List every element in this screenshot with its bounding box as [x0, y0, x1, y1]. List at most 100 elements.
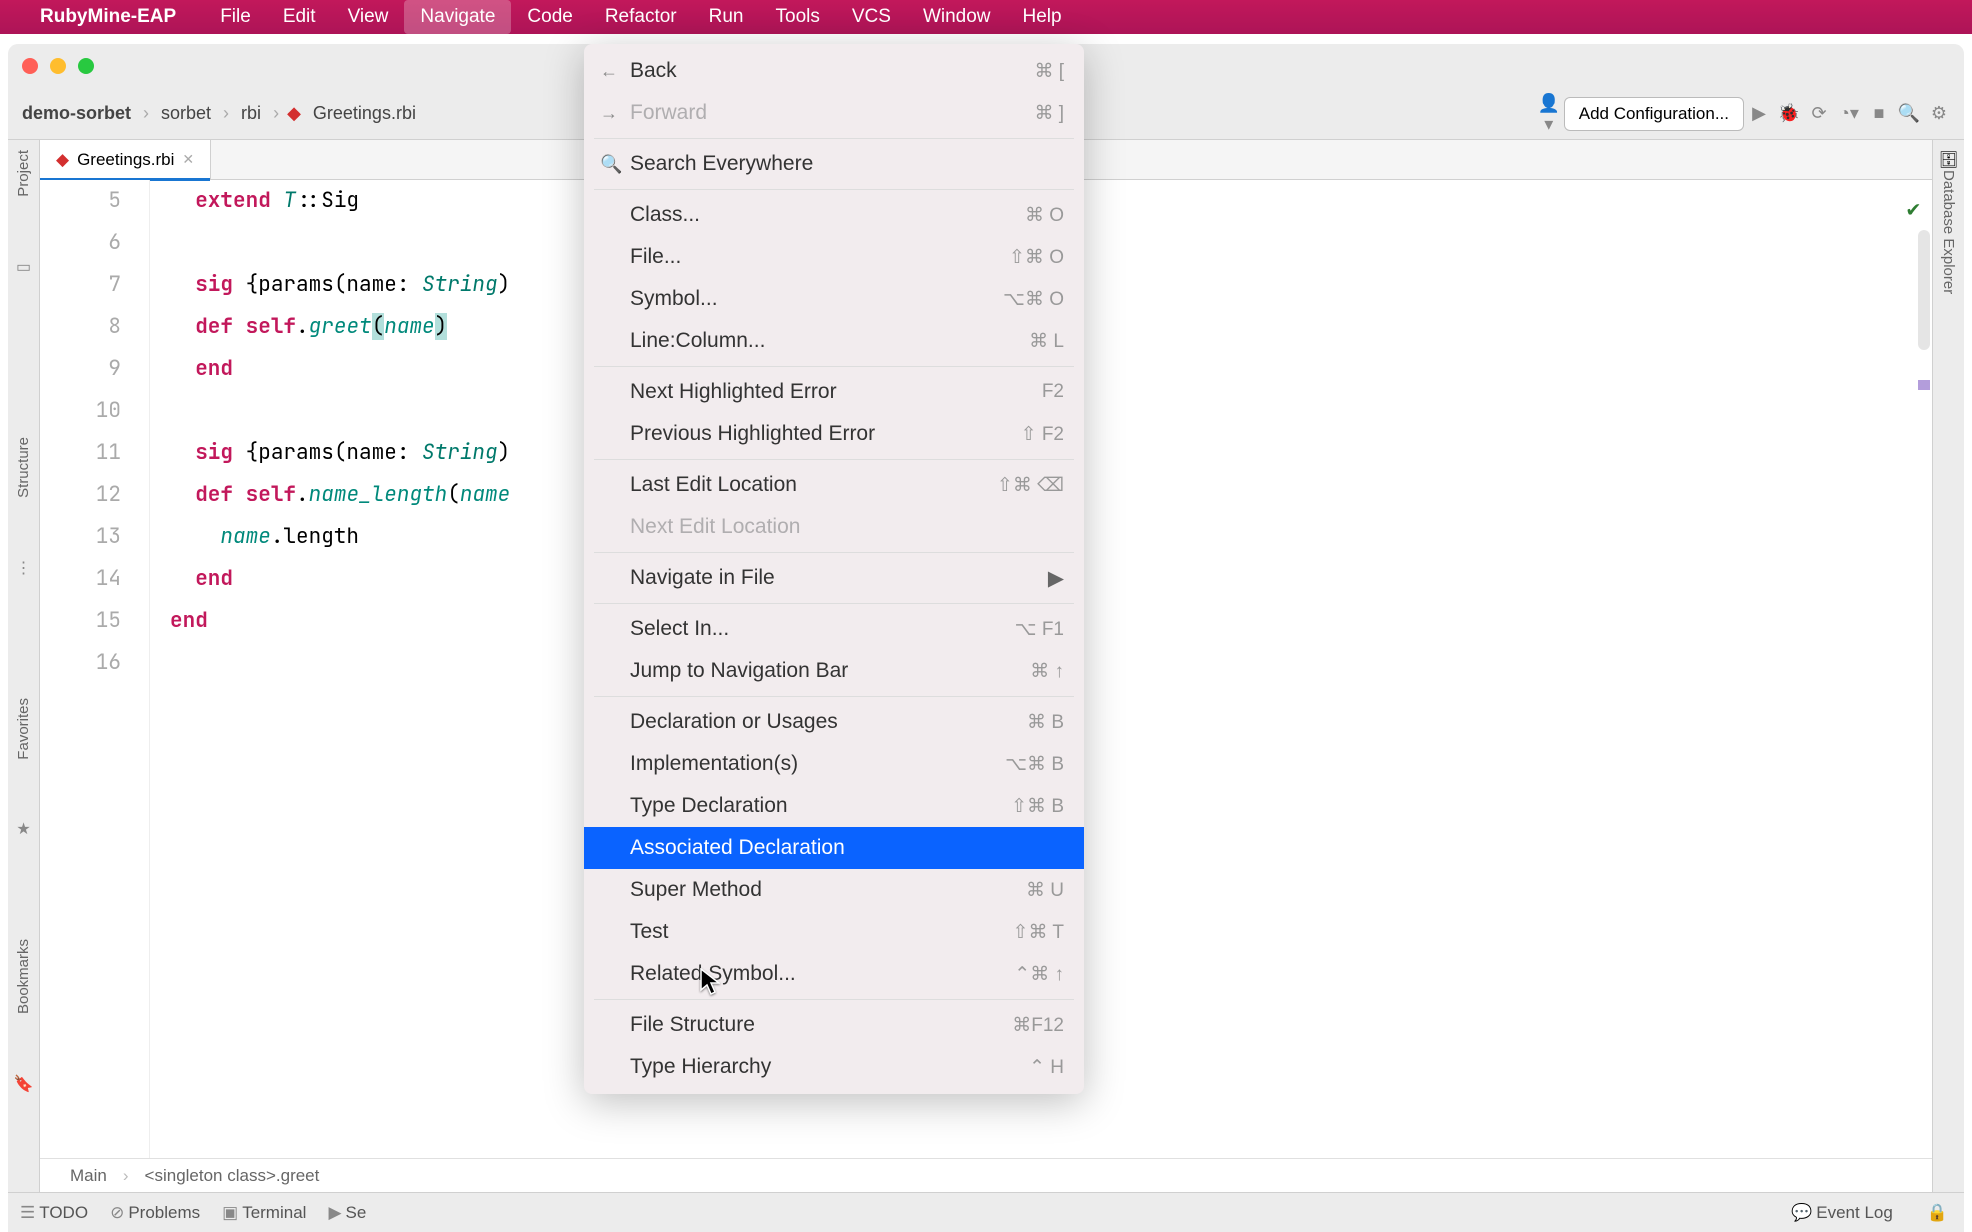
crumb-folder-2[interactable]: rbi — [237, 99, 265, 128]
menu-item-select-in[interactable]: Select In...⌥ F1 — [584, 608, 1084, 650]
debug-icon[interactable]: 🐞 — [1774, 103, 1804, 124]
ruby-file-icon: ◆ — [56, 150, 69, 170]
menu-item-file-structure[interactable]: File Structure⌘F12 — [584, 1004, 1084, 1046]
crumb-project[interactable]: demo-sorbet — [18, 99, 135, 128]
editor-marker[interactable] — [1918, 380, 1930, 390]
chevron-right-icon: ▶ — [1048, 566, 1064, 591]
menu-item-label: Class... — [630, 203, 1025, 227]
menu-item-line-column[interactable]: Line:Column...⌘ L — [584, 320, 1084, 362]
menu-window[interactable]: Window — [907, 0, 1007, 34]
menu-item-test[interactable]: Test⇧⌘ T — [584, 911, 1084, 953]
menu-refactor[interactable]: Refactor — [589, 0, 693, 34]
menu-item-declaration-or-usages[interactable]: Declaration or Usages⌘ B — [584, 701, 1084, 743]
line-number: 8 — [40, 306, 121, 348]
database-icon[interactable]: 🗄 — [1938, 150, 1958, 170]
menu-shortcut: ⌘ [ — [1034, 60, 1064, 83]
profiler-icon[interactable]: ◔▾ — [1834, 103, 1864, 124]
crumb-folder-1[interactable]: sorbet — [157, 99, 215, 128]
user-dropdown-icon[interactable]: 👤▾ — [1534, 93, 1564, 135]
menu-item-type-hierarchy[interactable]: Type Hierarchy⌃ H — [584, 1046, 1084, 1088]
menu-item-associated-declaration[interactable]: Associated Declaration — [584, 827, 1084, 869]
bookmark-icon[interactable]: 🔖 — [14, 1074, 34, 1094]
menu-item-label: Implementation(s) — [630, 752, 1005, 776]
→-icon: → — [600, 103, 630, 124]
tool-database[interactable]: Database Explorer — [1940, 170, 1957, 294]
add-configuration-button[interactable]: Add Configuration... — [1564, 97, 1744, 131]
menu-item-label: Type Hierarchy — [630, 1055, 1029, 1079]
menu-item-file[interactable]: File...⇧⌘ O — [584, 236, 1084, 278]
menu-item-label: Related Symbol... — [630, 962, 1014, 986]
status-lock-icon[interactable]: 🔒 — [1927, 1203, 1948, 1223]
settings-icon[interactable]: ⚙ — [1924, 103, 1954, 124]
menu-item-back[interactable]: ←Back⌘ [ — [584, 50, 1084, 92]
macos-menubar: RubyMine-EAP File Edit View Navigate Cod… — [0, 0, 1972, 34]
run-icon[interactable]: ▶ — [1744, 103, 1774, 124]
structure-icon[interactable]: ⋮ — [16, 558, 32, 578]
breadcrumbs: demo-sorbet › sorbet › rbi › ◆ Greetings… — [18, 99, 420, 128]
scrollbar-thumb[interactable] — [1918, 230, 1930, 350]
maximize-window-button[interactable] — [78, 58, 94, 74]
menu-item-label: Back — [630, 59, 1034, 83]
menu-item-class[interactable]: Class...⌘ O — [584, 194, 1084, 236]
tool-todo[interactable]: ☰TODO — [20, 1203, 88, 1223]
breadcrumb-module[interactable]: Main — [70, 1166, 107, 1186]
menu-tools[interactable]: Tools — [760, 0, 836, 34]
tool-project[interactable]: Project — [15, 150, 32, 197]
menu-file[interactable]: File — [204, 0, 267, 34]
event-log[interactable]: 💬Event Log — [1791, 1203, 1893, 1223]
menu-item-label: Last Edit Location — [630, 473, 997, 497]
menu-item-super-method[interactable]: Super Method⌘ U — [584, 869, 1084, 911]
tool-favorites[interactable]: Favorites — [15, 698, 32, 760]
close-window-button[interactable] — [22, 58, 38, 74]
chevron-right-icon: › — [273, 103, 279, 124]
menu-run[interactable]: Run — [693, 0, 760, 34]
star-icon[interactable]: ★ — [16, 819, 30, 839]
app-name[interactable]: RubyMine-EAP — [40, 6, 176, 28]
editor-scrollbar[interactable] — [1918, 230, 1930, 1050]
menu-item-label: Navigate in File — [630, 566, 1048, 590]
coverage-icon[interactable]: ⟳ — [1804, 103, 1834, 124]
menu-view[interactable]: View — [332, 0, 405, 34]
menu-item-label: Type Declaration — [630, 794, 1011, 818]
tool-bookmarks[interactable]: Bookmarks — [15, 939, 32, 1014]
line-number: 11 — [40, 432, 121, 474]
crumb-file[interactable]: Greetings.rbi — [309, 99, 420, 128]
menu-item-implementation-s[interactable]: Implementation(s)⌥⌘ B — [584, 743, 1084, 785]
project-collapse-icon[interactable]: ▭ — [16, 257, 31, 277]
tool-terminal[interactable]: ▣Terminal — [222, 1203, 306, 1223]
minimize-window-button[interactable] — [50, 58, 66, 74]
menu-shortcut: ⌘ L — [1029, 330, 1064, 353]
menu-item-label: Line:Column... — [630, 329, 1029, 353]
menu-item-next-highlighted-error[interactable]: Next Highlighted ErrorF2 — [584, 371, 1084, 413]
menu-vcs[interactable]: VCS — [836, 0, 907, 34]
menu-shortcut: ⌘ U — [1026, 879, 1064, 902]
menu-shortcut: ⇧⌘ O — [1009, 246, 1064, 269]
search-icon[interactable]: 🔍 — [1894, 103, 1924, 124]
menu-item-label: Declaration or Usages — [630, 710, 1027, 734]
menu-item-search-everywhere[interactable]: 🔍Search Everywhere — [584, 143, 1084, 185]
menu-item-jump-to-navigation-bar[interactable]: Jump to Navigation Bar⌘ ↑ — [584, 650, 1084, 692]
menu-shortcut: ⌥ F1 — [1015, 618, 1064, 641]
terminal-icon: ▣ — [222, 1203, 238, 1222]
stop-icon[interactable]: ■ — [1864, 103, 1894, 124]
menu-shortcut: ⇧⌘ B — [1011, 795, 1064, 818]
menu-item-last-edit-location[interactable]: Last Edit Location⇧⌘ ⌫ — [584, 464, 1084, 506]
breadcrumb-method[interactable]: <singleton class>.greet — [145, 1166, 320, 1186]
menu-code[interactable]: Code — [511, 0, 588, 34]
menu-item-navigate-in-file[interactable]: Navigate in File▶ — [584, 557, 1084, 599]
menu-item-previous-highlighted-error[interactable]: Previous Highlighted Error⇧ F2 — [584, 413, 1084, 455]
menu-help[interactable]: Help — [1007, 0, 1078, 34]
gutter: 5678910111213141516 — [40, 180, 150, 1158]
menu-item-symbol[interactable]: Symbol...⌥⌘ O — [584, 278, 1084, 320]
menu-navigate[interactable]: Navigate — [404, 0, 511, 34]
tool-problems[interactable]: ⊘Problems — [110, 1203, 200, 1223]
tab-greetings[interactable]: ◆ Greetings.rbi ✕ — [40, 140, 211, 180]
menu-item-type-declaration[interactable]: Type Declaration⇧⌘ B — [584, 785, 1084, 827]
menu-edit[interactable]: Edit — [267, 0, 332, 34]
tool-services[interactable]: ▶Se — [328, 1203, 366, 1223]
line-number: 7 — [40, 264, 121, 306]
chevron-right-icon: › — [223, 103, 229, 124]
close-tab-icon[interactable]: ✕ — [182, 151, 194, 168]
menu-item-related-symbol[interactable]: Related Symbol...⌃⌘ ↑ — [584, 953, 1084, 995]
tool-structure[interactable]: Structure — [15, 437, 32, 498]
